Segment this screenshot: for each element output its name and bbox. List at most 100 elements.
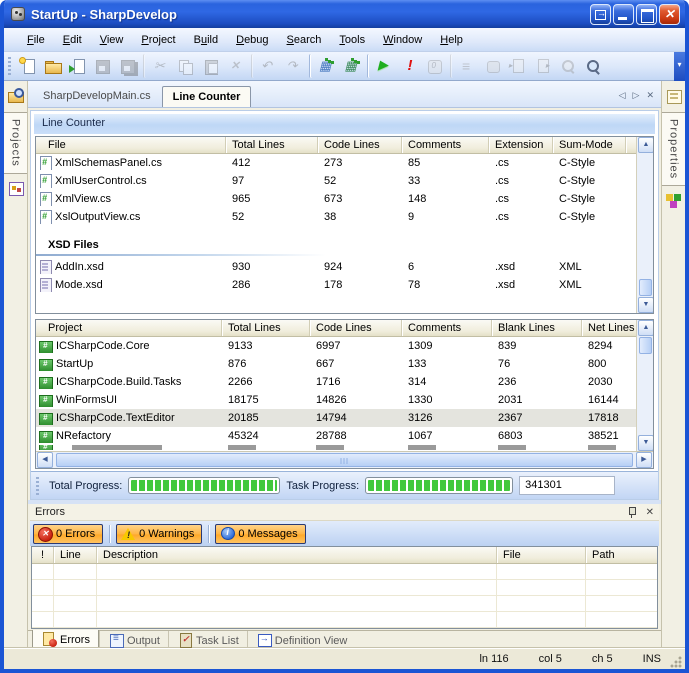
classes-icon[interactable] — [6, 178, 26, 200]
maximize-button[interactable] — [636, 4, 657, 25]
properties-icon[interactable] — [664, 86, 684, 108]
toolbar-button[interactable] — [15, 54, 40, 78]
menu-item[interactable]: Project — [132, 31, 184, 49]
file-row[interactable]: XmlUserControl.cs 97 52 33 .cs C-Style — [36, 172, 636, 190]
file-row[interactable]: XmlView.cs 965 673 148 .cs C-Style — [36, 190, 636, 208]
bottom-tab[interactable]: Errors — [32, 630, 99, 650]
project-row[interactable]: ICSharpCode.Build.Tasks 2266 1716 314 23… — [36, 373, 636, 391]
paste-icon — [202, 58, 220, 74]
float-window-button[interactable] — [590, 4, 611, 25]
next-tab-icon[interactable]: ▷ — [633, 90, 640, 101]
scroll-down-icon[interactable]: ▼ — [638, 435, 654, 451]
titlebar[interactable]: StartUp - SharpDevelop ✕ — [4, 0, 685, 28]
file-row[interactable]: Mode.xsd 286 178 78 .xsd XML — [36, 276, 636, 294]
menu-item[interactable]: File — [18, 31, 54, 49]
toolbar-grip[interactable] — [8, 57, 11, 75]
toolbar-button[interactable] — [450, 54, 480, 78]
toolbar-button[interactable] — [397, 54, 422, 78]
toolbar-button[interactable] — [223, 54, 248, 78]
toolbar-overflow-button[interactable]: ▾ — [674, 52, 685, 81]
filter-toggle-button[interactable]: 0 Warnings — [116, 524, 202, 544]
column-header-description[interactable]: Description — [97, 547, 497, 563]
toolbar-button[interactable] — [530, 54, 555, 78]
toolbar-button[interactable] — [339, 54, 364, 78]
menu-item[interactable]: Debug — [227, 31, 277, 49]
scroll-thumb[interactable] — [639, 279, 652, 296]
file-row[interactable]: XslOutputView.cs 52 38 9 .cs C-Style — [36, 208, 636, 226]
toolbar-button[interactable] — [422, 54, 447, 78]
scroll-left-icon[interactable]: ◀ — [37, 452, 53, 468]
resize-grip[interactable] — [669, 655, 682, 668]
reload-file-icon — [69, 58, 87, 74]
menu-item[interactable]: Search — [278, 31, 331, 49]
prev-tab-icon[interactable]: ◁ — [619, 90, 626, 101]
project-row[interactable]: ICSharpCode.Core 9133 6997 1309 839 8294 — [36, 337, 636, 355]
pin-icon[interactable] — [627, 506, 637, 519]
column-header-total-lines[interactable]: Total Lines — [222, 320, 310, 336]
document-tab[interactable]: Line Counter — [162, 86, 252, 107]
scroll-down-icon[interactable]: ▼ — [638, 297, 654, 313]
document-tab[interactable]: SharpDevelopMain.cs — [32, 85, 162, 107]
column-header-line[interactable]: Line — [54, 547, 97, 563]
column-header-file[interactable]: File — [497, 547, 586, 563]
toolbar-button[interactable] — [480, 54, 505, 78]
column-header-blank-lines[interactable]: Blank Lines — [492, 320, 582, 336]
total-progress-label: Total Progress: — [49, 480, 122, 492]
column-header-project[interactable]: Project — [36, 320, 222, 336]
toolbar-button[interactable] — [367, 54, 397, 78]
menu-item[interactable]: View — [91, 31, 133, 49]
toolbar-button[interactable] — [40, 54, 65, 78]
column-header-sum-mode[interactable]: Sum-Mode — [553, 137, 626, 153]
toolbar-button[interactable] — [65, 54, 90, 78]
file-row[interactable]: AddIn.xsd 930 924 6 .xsd XML — [36, 258, 636, 276]
toolbar-button[interactable] — [309, 54, 339, 78]
column-header-path[interactable]: Path — [586, 547, 657, 563]
scroll-up-icon[interactable]: ▲ — [638, 137, 654, 153]
toolbar-button[interactable] — [90, 54, 115, 78]
toolbar-button[interactable] — [198, 54, 223, 78]
toolbar-button[interactable] — [143, 54, 173, 78]
project-row[interactable]: WinFormsUI 18175 14826 1330 2031 16144 — [36, 391, 636, 409]
toolbar-button[interactable] — [580, 54, 605, 78]
toolbar-button[interactable] — [115, 54, 140, 78]
toolbar-button[interactable] — [173, 54, 198, 78]
scroll-right-icon[interactable]: ▶ — [636, 452, 652, 468]
project-row[interactable]: StartUp 876 667 133 76 800 — [36, 355, 636, 373]
close-tab-icon[interactable]: ✕ — [646, 90, 654, 101]
scroll-thumb[interactable] — [639, 337, 652, 354]
project-row[interactable]: ICSharpCode.TextEditor 20185 14794 3126 … — [36, 409, 636, 427]
panel-close-icon[interactable]: ✕ — [646, 507, 654, 518]
scroll-thumb[interactable] — [56, 453, 633, 467]
menu-item[interactable]: Edit — [54, 31, 91, 49]
column-header-comments[interactable]: Comments — [402, 137, 489, 153]
scroll-up-icon[interactable]: ▲ — [638, 320, 654, 336]
file-row[interactable]: XmlSchemasPanel.cs 412 273 85 .cs C-Styl… — [36, 154, 636, 172]
toolbar-button[interactable] — [505, 54, 530, 78]
sidebar-tab-properties[interactable]: Properties — [662, 112, 685, 186]
column-header-file[interactable]: File — [36, 137, 226, 153]
toolbar-button[interactable] — [281, 54, 306, 78]
menu-item[interactable]: Build — [185, 31, 227, 49]
column-header-code-lines[interactable]: Code Lines — [310, 320, 402, 336]
toolbar-button[interactable] — [555, 54, 580, 78]
column-header-severity[interactable]: ! — [32, 547, 54, 563]
menu-item[interactable]: Tools — [330, 31, 374, 49]
column-header-total-lines[interactable]: Total Lines — [226, 137, 318, 153]
delete-icon — [227, 58, 245, 74]
project-row[interactable]: NRefactory 45324 28788 1067 6803 38521 — [36, 427, 636, 445]
minimize-button[interactable] — [613, 4, 634, 25]
filter-toggle-button[interactable]: 0 Errors — [33, 524, 103, 544]
projects-icon[interactable] — [6, 86, 26, 108]
toolbox-icon[interactable] — [664, 190, 684, 212]
menu-item[interactable]: Window — [374, 31, 431, 49]
column-header-code-lines[interactable]: Code Lines — [318, 137, 402, 153]
menu-item[interactable]: Help — [431, 31, 472, 49]
sidebar-tab-projects[interactable]: Projects — [4, 112, 27, 174]
rebuild-icon — [343, 58, 361, 74]
column-header-extension[interactable]: Extension — [489, 137, 553, 153]
filter-toggle-button[interactable]: 0 Messages — [215, 524, 305, 544]
close-button[interactable]: ✕ — [659, 4, 680, 25]
column-header-comments[interactable]: Comments — [402, 320, 492, 336]
toolbar-button[interactable] — [251, 54, 281, 78]
progress-strip-grip[interactable] — [36, 477, 39, 495]
